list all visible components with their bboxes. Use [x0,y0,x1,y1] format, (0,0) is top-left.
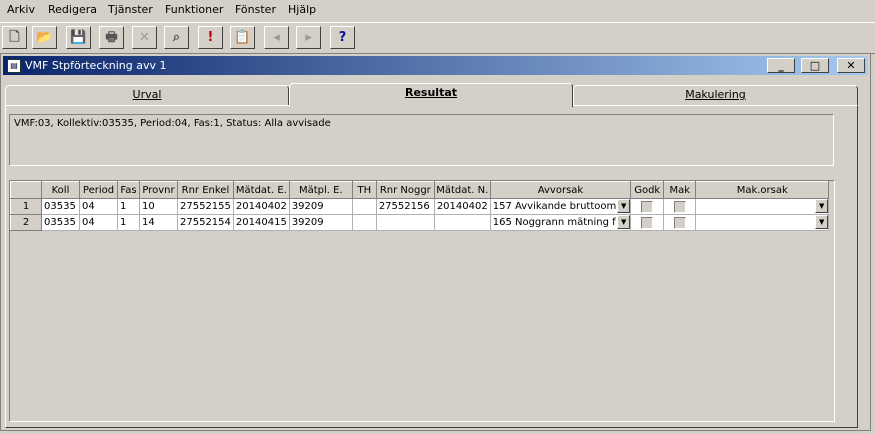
tab-panel-resultat: VMF:03, Kollektiv:03535, Period:04, Fas:… [5,105,858,428]
col-header-rownum [10,181,42,199]
col-header-matdat-e[interactable]: Mätdat. E. [232,181,290,199]
save-icon[interactable]: 💾 [66,26,91,49]
window-titlebar[interactable]: ▤ VMF Stpförteckning avv 1 _ □ ✕ [3,56,868,75]
results-grid: Koll Period Fas Provnr Rnr Enkel Mätdat.… [9,180,835,422]
table-row[interactable]: 1 03535 04 1 10 27552155 20140402 39209 … [10,198,830,215]
col-header-th[interactable]: TH [351,181,377,199]
minimize-button[interactable]: _ [767,58,795,73]
next-arrow-icon[interactable]: ▸ [296,26,321,49]
tab-strip: Urval Resultat Makulering [5,83,858,107]
col-header-koll[interactable]: Koll [41,181,80,199]
chevron-down-icon[interactable]: ▼ [617,215,630,229]
cell-provnr[interactable]: 10 [139,198,178,215]
help-question-icon[interactable]: ? [330,26,355,49]
godk-checkbox[interactable] [641,200,654,213]
cell-matdat-n[interactable]: 20140402 [434,198,491,215]
delete-x-icon[interactable]: ✕ [132,26,157,49]
godk-checkbox[interactable] [641,216,654,229]
tab-resultat-label: Resultat [404,86,458,99]
col-header-matdat-n[interactable]: Mätdat. N. [433,181,491,199]
open-folder-icon[interactable]: 📂 [32,26,57,49]
selection-info-text: VMF:03, Kollektiv:03535, Period:04, Fas:… [9,114,834,166]
new-document-icon[interactable]: 🗋 [2,26,27,49]
cell-fas[interactable]: 1 [117,198,140,215]
print-icon[interactable]: 🖶 [99,26,124,49]
col-header-mak-orsak[interactable]: Mak.orsak [695,181,830,199]
menu-bar: Arkiv Redigera Tjänster Funktioner Fönst… [0,0,875,20]
menu-funktioner[interactable]: Funktioner [165,3,223,16]
menu-arkiv[interactable]: Arkiv [7,3,35,16]
window-app-icon: ▤ [7,59,21,73]
tab-urval-label: Urval [132,88,162,101]
cell-matdat-e[interactable]: 20140402 [233,198,290,215]
alert-exclamation-icon[interactable]: ! [198,26,223,49]
cell-matdat-n[interactable] [434,214,491,231]
tab-makulering[interactable]: Makulering [573,85,858,105]
cell-period[interactable]: 04 [79,214,118,231]
results-table: Koll Period Fas Provnr Rnr Enkel Mätdat.… [10,181,830,231]
col-header-rnr-noggr[interactable]: Rnr Noggr [375,181,435,199]
mak-checkbox[interactable] [673,216,686,229]
clipboard-icon[interactable]: 📋 [230,26,255,49]
col-header-mak[interactable]: Mak [663,181,697,199]
maximize-button[interactable]: □ [801,58,829,73]
avvorsak-value: 165 Noggrann mätning f [492,217,616,228]
col-header-fas[interactable]: Fas [117,181,140,199]
cell-matpl-e[interactable]: 39209 [289,198,353,215]
cell-fas[interactable]: 1 [117,214,140,231]
cell-avvorsak-dropdown[interactable]: 165 Noggrann mätning f ▼ [490,214,632,231]
cell-godk[interactable] [630,198,665,215]
cell-godk[interactable] [630,214,665,231]
col-header-matpl-e[interactable]: Mätpl. E. [288,181,353,199]
cell-matdat-e[interactable]: 20140415 [233,214,290,231]
mak-checkbox[interactable] [673,200,686,213]
child-window: ▤ VMF Stpförteckning avv 1 _ □ ✕ Urval R… [0,53,871,431]
cell-mak-orsak-dropdown[interactable]: ▼ [695,198,830,215]
chevron-down-icon[interactable]: ▼ [815,215,828,229]
col-header-period[interactable]: Period [79,181,118,199]
menu-tjanster[interactable]: Tjänster [108,3,153,16]
cell-mak-orsak-dropdown[interactable]: ▼ [695,214,830,231]
cell-provnr[interactable]: 14 [139,214,178,231]
find-binoculars-icon[interactable]: ⌕ [164,26,189,49]
avvorsak-value: 157 Avvikande bruttoom [492,201,617,212]
col-header-avvorsak[interactable]: Avvorsak [489,181,632,199]
menu-hjalp[interactable]: Hjälp [288,3,316,16]
cell-th[interactable] [352,214,377,231]
cell-rnr-noggr[interactable]: 27552156 [376,198,435,215]
cell-matpl-e[interactable]: 39209 [289,214,353,231]
cell-rnr-enkel[interactable]: 27552155 [177,198,234,215]
table-row[interactable]: 2 03535 04 1 14 27552154 20140415 39209 … [10,214,830,231]
cell-period[interactable]: 04 [79,198,118,215]
cell-avvorsak-dropdown[interactable]: 157 Avvikande bruttoom ▼ [490,198,632,215]
row-number[interactable]: 2 [10,214,42,231]
col-header-provnr[interactable]: Provnr [139,181,178,199]
tab-resultat[interactable]: Resultat [289,83,573,107]
col-header-rnr-enkel[interactable]: Rnr Enkel [177,181,234,199]
col-header-godk[interactable]: Godk [630,181,665,199]
tab-makulering-label: Makulering [685,88,746,101]
cell-mak[interactable] [663,214,697,231]
cell-th[interactable] [352,198,377,215]
table-header-row: Koll Period Fas Provnr Rnr Enkel Mätdat.… [10,181,830,199]
cell-koll[interactable]: 03535 [41,214,80,231]
close-button[interactable]: ✕ [837,58,865,73]
chevron-down-icon[interactable]: ▼ [815,199,828,213]
cell-rnr-noggr[interactable] [376,214,435,231]
row-number[interactable]: 1 [10,198,42,215]
cell-koll[interactable]: 03535 [41,198,80,215]
cell-rnr-enkel[interactable]: 27552154 [177,214,234,231]
menu-redigera[interactable]: Redigera [48,3,97,16]
chevron-down-icon[interactable]: ▼ [617,199,630,213]
cell-mak[interactable] [663,198,697,215]
tab-urval[interactable]: Urval [5,85,289,105]
previous-arrow-icon[interactable]: ◂ [264,26,289,49]
menu-fonster[interactable]: Fönster [235,3,276,16]
toolbar: 🗋 📂 💾 🖶 ✕ ⌕ ! 📋 ◂ ▸ ? [0,22,875,54]
window-title: VMF Stpförteckning avv 1 [25,59,167,72]
